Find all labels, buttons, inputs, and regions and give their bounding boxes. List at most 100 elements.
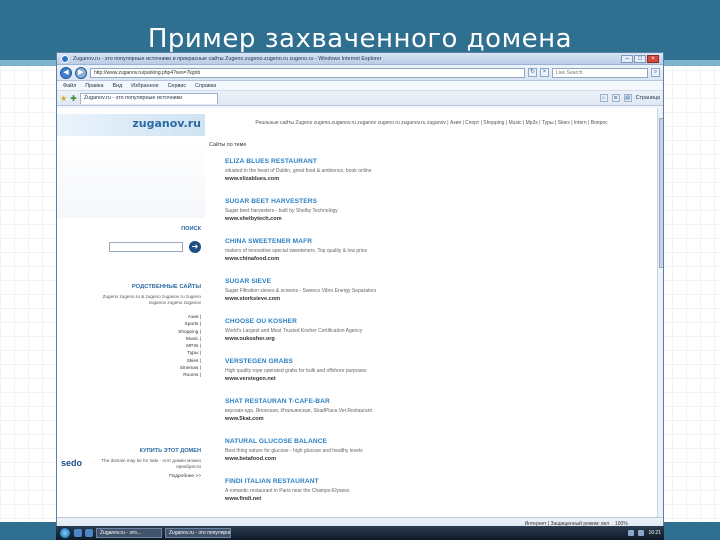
- browser-window: Zuganov.ru - это популярные источники и …: [56, 52, 664, 528]
- result-desc: вкусная еда. Японская, Итальянская, Shad…: [225, 408, 372, 414]
- taskbar: Zuganov.ru - это... Zuganov.ru - это поп…: [56, 526, 664, 540]
- start-button[interactable]: [59, 527, 71, 539]
- page-menu[interactable]: Страница: [636, 95, 660, 101]
- result-desc: makers of innovative special sweeteners.…: [225, 248, 368, 254]
- result-item: CHINA SWEETENER MAFR makers of innovativ…: [225, 238, 645, 278]
- result-item: CHOOSE OU KOSHER World's Largest and Mos…: [225, 318, 645, 358]
- search-icon[interactable]: ⌕: [651, 68, 660, 77]
- page-content: zuganov.ru ПОИСК ➔ РОДСТВЕННЫЕ САЙТЫ Zug…: [57, 108, 657, 517]
- refresh-icon[interactable]: ↻: [528, 68, 537, 77]
- result-url[interactable]: www.findi.net: [225, 496, 645, 502]
- menu-favorites[interactable]: Избранное: [131, 83, 158, 89]
- tab-current[interactable]: Zuganov.ru - это популярные источники: [79, 92, 218, 104]
- address-input[interactable]: [90, 67, 525, 78]
- result-desc: Best thing nature for glucose - high glu…: [225, 448, 363, 454]
- feeds-icon[interactable]: ≋: [611, 94, 620, 102]
- result-url[interactable]: www.chinafood.com: [225, 256, 645, 262]
- sedo-logo: sedo: [61, 458, 83, 468]
- related-link[interactable]: Sports |: [178, 321, 201, 328]
- related-link[interactable]: MP3s |: [178, 343, 201, 350]
- taskbar-window-1[interactable]: Zuganov.ru - это...: [96, 528, 162, 538]
- maximize-button[interactable]: □: [634, 54, 646, 63]
- site-logo[interactable]: zuganov.ru: [132, 117, 201, 130]
- related-link[interactable]: Shopping |: [178, 329, 201, 336]
- window-titlebar: Zuganov.ru - это популярные источники и …: [57, 53, 663, 65]
- result-url[interactable]: www.storksieve.com: [225, 296, 645, 302]
- print-icon[interactable]: ▤: [623, 94, 632, 102]
- result-title[interactable]: CHOOSE OU KOSHER: [225, 318, 645, 325]
- results-list: ELIZA BLUES RESTAURANT situated in the h…: [225, 158, 645, 517]
- menu-edit[interactable]: Правка: [85, 83, 103, 89]
- result-title[interactable]: SHAT RESTAURAN T-CAFE-BAR: [225, 398, 645, 405]
- result-desc: situated in the heart of Dublin, great f…: [225, 168, 372, 174]
- related-link[interactable]: Rooms |: [178, 372, 201, 379]
- quicklaunch-ie-icon[interactable]: [74, 529, 82, 537]
- result-desc: A romantic restaurant in Paris near the …: [225, 488, 350, 494]
- related-link[interactable]: Sinemas |: [178, 365, 201, 372]
- network-icon[interactable]: [628, 530, 635, 536]
- back-button[interactable]: ◀: [60, 66, 72, 79]
- close-button[interactable]: ×: [647, 54, 659, 63]
- quicklaunch-desktop-icon[interactable]: [85, 529, 93, 537]
- site-search-input[interactable]: [109, 242, 183, 252]
- menu-help[interactable]: Справка: [195, 83, 216, 89]
- result-url[interactable]: www.elizablues.com: [225, 176, 645, 182]
- result-desc: Sugar beet harvesters - built by Shelby …: [225, 208, 338, 214]
- minimize-button[interactable]: –: [621, 54, 633, 63]
- scroll-thumb[interactable]: [659, 118, 663, 268]
- result-title[interactable]: VERSTEGEN GRABS: [225, 358, 645, 365]
- result-item: FINDI ITALIAN RESTAURANT A romantic rest…: [225, 478, 645, 517]
- stop-icon[interactable]: ×: [540, 68, 549, 77]
- related-link[interactable]: Азия |: [178, 314, 201, 321]
- result-desc: World's Largest and Most Trusted Kosher …: [225, 328, 363, 334]
- favorites-star-icon[interactable]: ★: [60, 94, 67, 103]
- site-top-nav[interactable]: Реальные сайты Zugeno zugeno.zuganov.ru …: [209, 120, 654, 127]
- related-sites-desc: Zugeno zugeno.ru & zugeno zuganov ru zug…: [102, 294, 201, 305]
- search-label: ПОИСК: [181, 226, 201, 232]
- clock[interactable]: 16:21: [648, 530, 661, 536]
- taskbar-window-2[interactable]: Zuganov.ru - это популярные...: [165, 528, 231, 538]
- home-icon[interactable]: ⌂: [599, 94, 608, 102]
- result-title[interactable]: SUGAR SIEVE: [225, 278, 645, 285]
- volume-icon[interactable]: [638, 530, 645, 536]
- result-url[interactable]: www.verstegen.net: [225, 376, 645, 382]
- search-input[interactable]: [552, 67, 648, 78]
- buy-domain-desc: The domain may be for sale - этот домен …: [101, 458, 201, 469]
- related-link[interactable]: Skies |: [178, 358, 201, 365]
- menu-view[interactable]: Вид: [112, 83, 122, 89]
- result-title[interactable]: NATURAL GLUCOSE BALANCE: [225, 438, 645, 445]
- result-item: VERSTEGEN GRABS High quality rope operat…: [225, 358, 645, 398]
- menu-tools[interactable]: Сервис: [168, 83, 186, 89]
- result-url[interactable]: www.betafood.com: [225, 456, 645, 462]
- search-go-icon[interactable]: ➔: [189, 241, 201, 253]
- result-item: SUGAR BEET HARVESTERS Sugar beet harvest…: [225, 198, 645, 238]
- result-url[interactable]: www.shelbytech.com: [225, 216, 645, 222]
- tabs-bar: ★ ✚ Zuganov.ru - это популярные источник…: [57, 91, 663, 106]
- result-desc: High quality rope operated grabs for bul…: [225, 368, 367, 374]
- add-favorite-icon[interactable]: ✚: [70, 94, 77, 103]
- menu-file[interactable]: Файл: [63, 83, 76, 89]
- buy-domain-link[interactable]: Подробнее >>: [169, 474, 201, 479]
- forward-button[interactable]: ▶: [75, 66, 87, 79]
- related-links: Азия | Sports | Shopping | Music | MP3s …: [178, 314, 201, 380]
- buy-domain-title: КУПИТЬ ЭТОТ ДОМЕН: [139, 448, 201, 454]
- address-bar: ◀ ▶ ↻ × ⌕: [57, 65, 663, 81]
- result-url[interactable]: www.5kat.com: [225, 416, 645, 422]
- result-title[interactable]: CHINA SWEETENER MAFR: [225, 238, 645, 245]
- result-item: SUGAR SIEVE Sugar Filtration sieves & sc…: [225, 278, 645, 318]
- window-title: Zuganov.ru - это популярные источники и …: [73, 55, 382, 62]
- result-title[interactable]: FINDI ITALIAN RESTAURANT: [225, 478, 645, 485]
- vertical-scrollbar[interactable]: [657, 108, 663, 517]
- slide-title: Пример захваченного домена: [147, 24, 573, 54]
- result-item: SHAT RESTAURAN T-CAFE-BAR вкусная еда. Я…: [225, 398, 645, 438]
- result-item: NATURAL GLUCOSE BALANCE Best thing natur…: [225, 438, 645, 478]
- sites-by-topic-label: Сайты по теме: [209, 142, 247, 148]
- result-url[interactable]: www.oukosher.org: [225, 336, 645, 342]
- result-desc: Sugar Filtration sieves & screens - Swee…: [225, 288, 377, 294]
- menu-bar: Файл Правка Вид Избранное Сервис Справка: [57, 81, 663, 91]
- result-title[interactable]: SUGAR BEET HARVESTERS: [225, 198, 645, 205]
- related-link[interactable]: Music |: [178, 336, 201, 343]
- result-title[interactable]: ELIZA BLUES RESTAURANT: [225, 158, 645, 165]
- related-link[interactable]: Туры |: [178, 350, 201, 357]
- ie-logo-icon: [61, 54, 69, 63]
